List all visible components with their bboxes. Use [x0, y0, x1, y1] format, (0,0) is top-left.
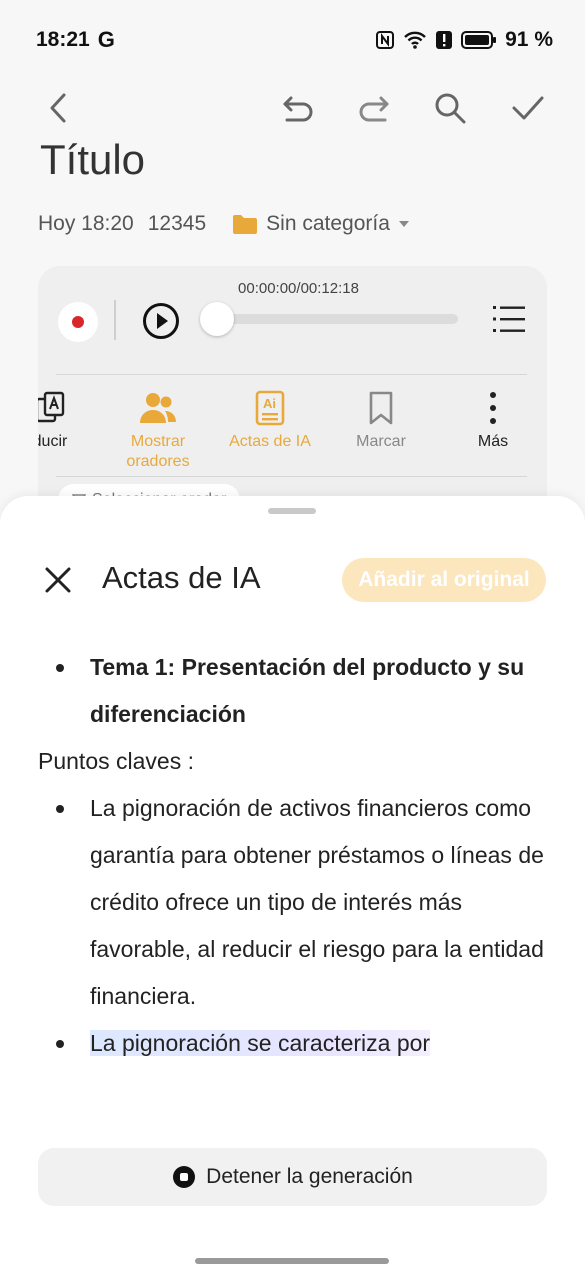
divider — [114, 300, 116, 340]
battery-icon — [461, 31, 497, 49]
card-divider — [56, 476, 527, 477]
home-indicator[interactable] — [195, 1258, 389, 1264]
speakers-icon — [140, 393, 176, 423]
add-to-original-button[interactable]: Añadir al original — [342, 558, 546, 602]
tool-speakers[interactable]: Mostrar oradores — [108, 388, 208, 472]
play-button[interactable] — [142, 302, 180, 340]
status-time: 18:21 — [36, 28, 90, 51]
note-title[interactable]: Título — [40, 132, 145, 180]
playback-time: 00:00:00/00:12:18 — [238, 280, 359, 297]
topic-item: Tema 1: Presentación del producto y su d… — [38, 644, 548, 738]
google-icon: G — [97, 27, 115, 52]
alert-icon — [436, 31, 453, 49]
playback-slider[interactable] — [200, 314, 458, 324]
redo-button[interactable] — [352, 84, 396, 132]
folder-icon — [233, 215, 258, 234]
bookmark-icon — [369, 391, 393, 425]
dropdown-icon — [398, 221, 409, 227]
tool-translate[interactable]: ducir — [38, 388, 100, 452]
tool-label: Actas de IA — [229, 433, 311, 450]
battery-level: 91 % — [505, 28, 553, 51]
translate-icon — [38, 391, 65, 423]
check-icon — [512, 96, 544, 120]
undo-icon — [283, 96, 313, 122]
search-icon — [435, 93, 466, 124]
wifi-icon — [404, 31, 426, 49]
close-icon[interactable] — [40, 562, 76, 598]
key-point-generating: La pignoración se caracteriza por — [38, 1020, 548, 1067]
sheet-handle[interactable] — [268, 508, 316, 514]
list-icon[interactable] — [492, 302, 526, 336]
tool-row: ducir Mostrar oradores Ai Actas de IA Ma… — [38, 388, 547, 472]
ai-minutes-sheet: Actas de IA Añadir al original Tema 1: P… — [0, 496, 585, 1280]
minutes-content: Tema 1: Presentación del producto y su d… — [38, 644, 548, 1067]
tool-more[interactable]: Más — [443, 388, 543, 452]
tool-ai-minutes[interactable]: Ai Actas de IA — [220, 388, 320, 452]
more-vertical-icon — [490, 392, 496, 424]
status-bar: 18:21 G 91 % — [0, 0, 585, 80]
nfc-icon — [376, 31, 395, 49]
category-label: Sin categoría — [266, 212, 390, 235]
back-icon — [50, 93, 66, 123]
status-left: 18:21 G — [36, 27, 115, 53]
tool-label: Más — [477, 433, 509, 450]
word-count: 12345 — [147, 212, 207, 235]
back-button[interactable] — [36, 84, 80, 132]
record-icon — [72, 316, 84, 328]
key-points-label: Puntos claves : — [38, 748, 194, 774]
generating-text: La pignoración se caracteriza por — [90, 1030, 431, 1056]
search-button[interactable] — [428, 84, 472, 132]
slider-thumb[interactable] — [200, 302, 234, 336]
undo-button[interactable] — [276, 84, 320, 132]
tool-label: Marcar — [356, 433, 406, 450]
tool-label: ducir — [38, 433, 68, 450]
toolbar — [0, 84, 585, 136]
status-right: 91 % — [375, 28, 553, 52]
stop-icon — [173, 1166, 196, 1188]
tool-label: Mostrar oradores — [126, 433, 190, 470]
category-selector[interactable]: Sin categoría — [232, 212, 410, 236]
card-divider — [56, 374, 527, 375]
done-button[interactable] — [506, 84, 550, 132]
sheet-title: Actas de IA — [102, 560, 261, 595]
tool-bookmark[interactable]: Marcar — [331, 388, 431, 452]
stop-generation-button[interactable]: Detener la generación — [38, 1148, 547, 1206]
note-meta: Hoy 18:20 12345 Sin categoría — [38, 212, 410, 236]
stop-button-label: Detener la generación — [206, 1165, 413, 1188]
audio-card: 00:00:00/00:12:18 ducir Mostrar oradores… — [38, 266, 547, 526]
record-button[interactable] — [58, 302, 98, 342]
note-date: Hoy 18:20 — [38, 212, 134, 235]
svg-text:Ai: Ai — [263, 396, 276, 411]
redo-icon — [359, 96, 389, 122]
key-point: La pignoración de activos financieros co… — [38, 785, 548, 1020]
ai-minutes-icon: Ai — [255, 390, 285, 426]
